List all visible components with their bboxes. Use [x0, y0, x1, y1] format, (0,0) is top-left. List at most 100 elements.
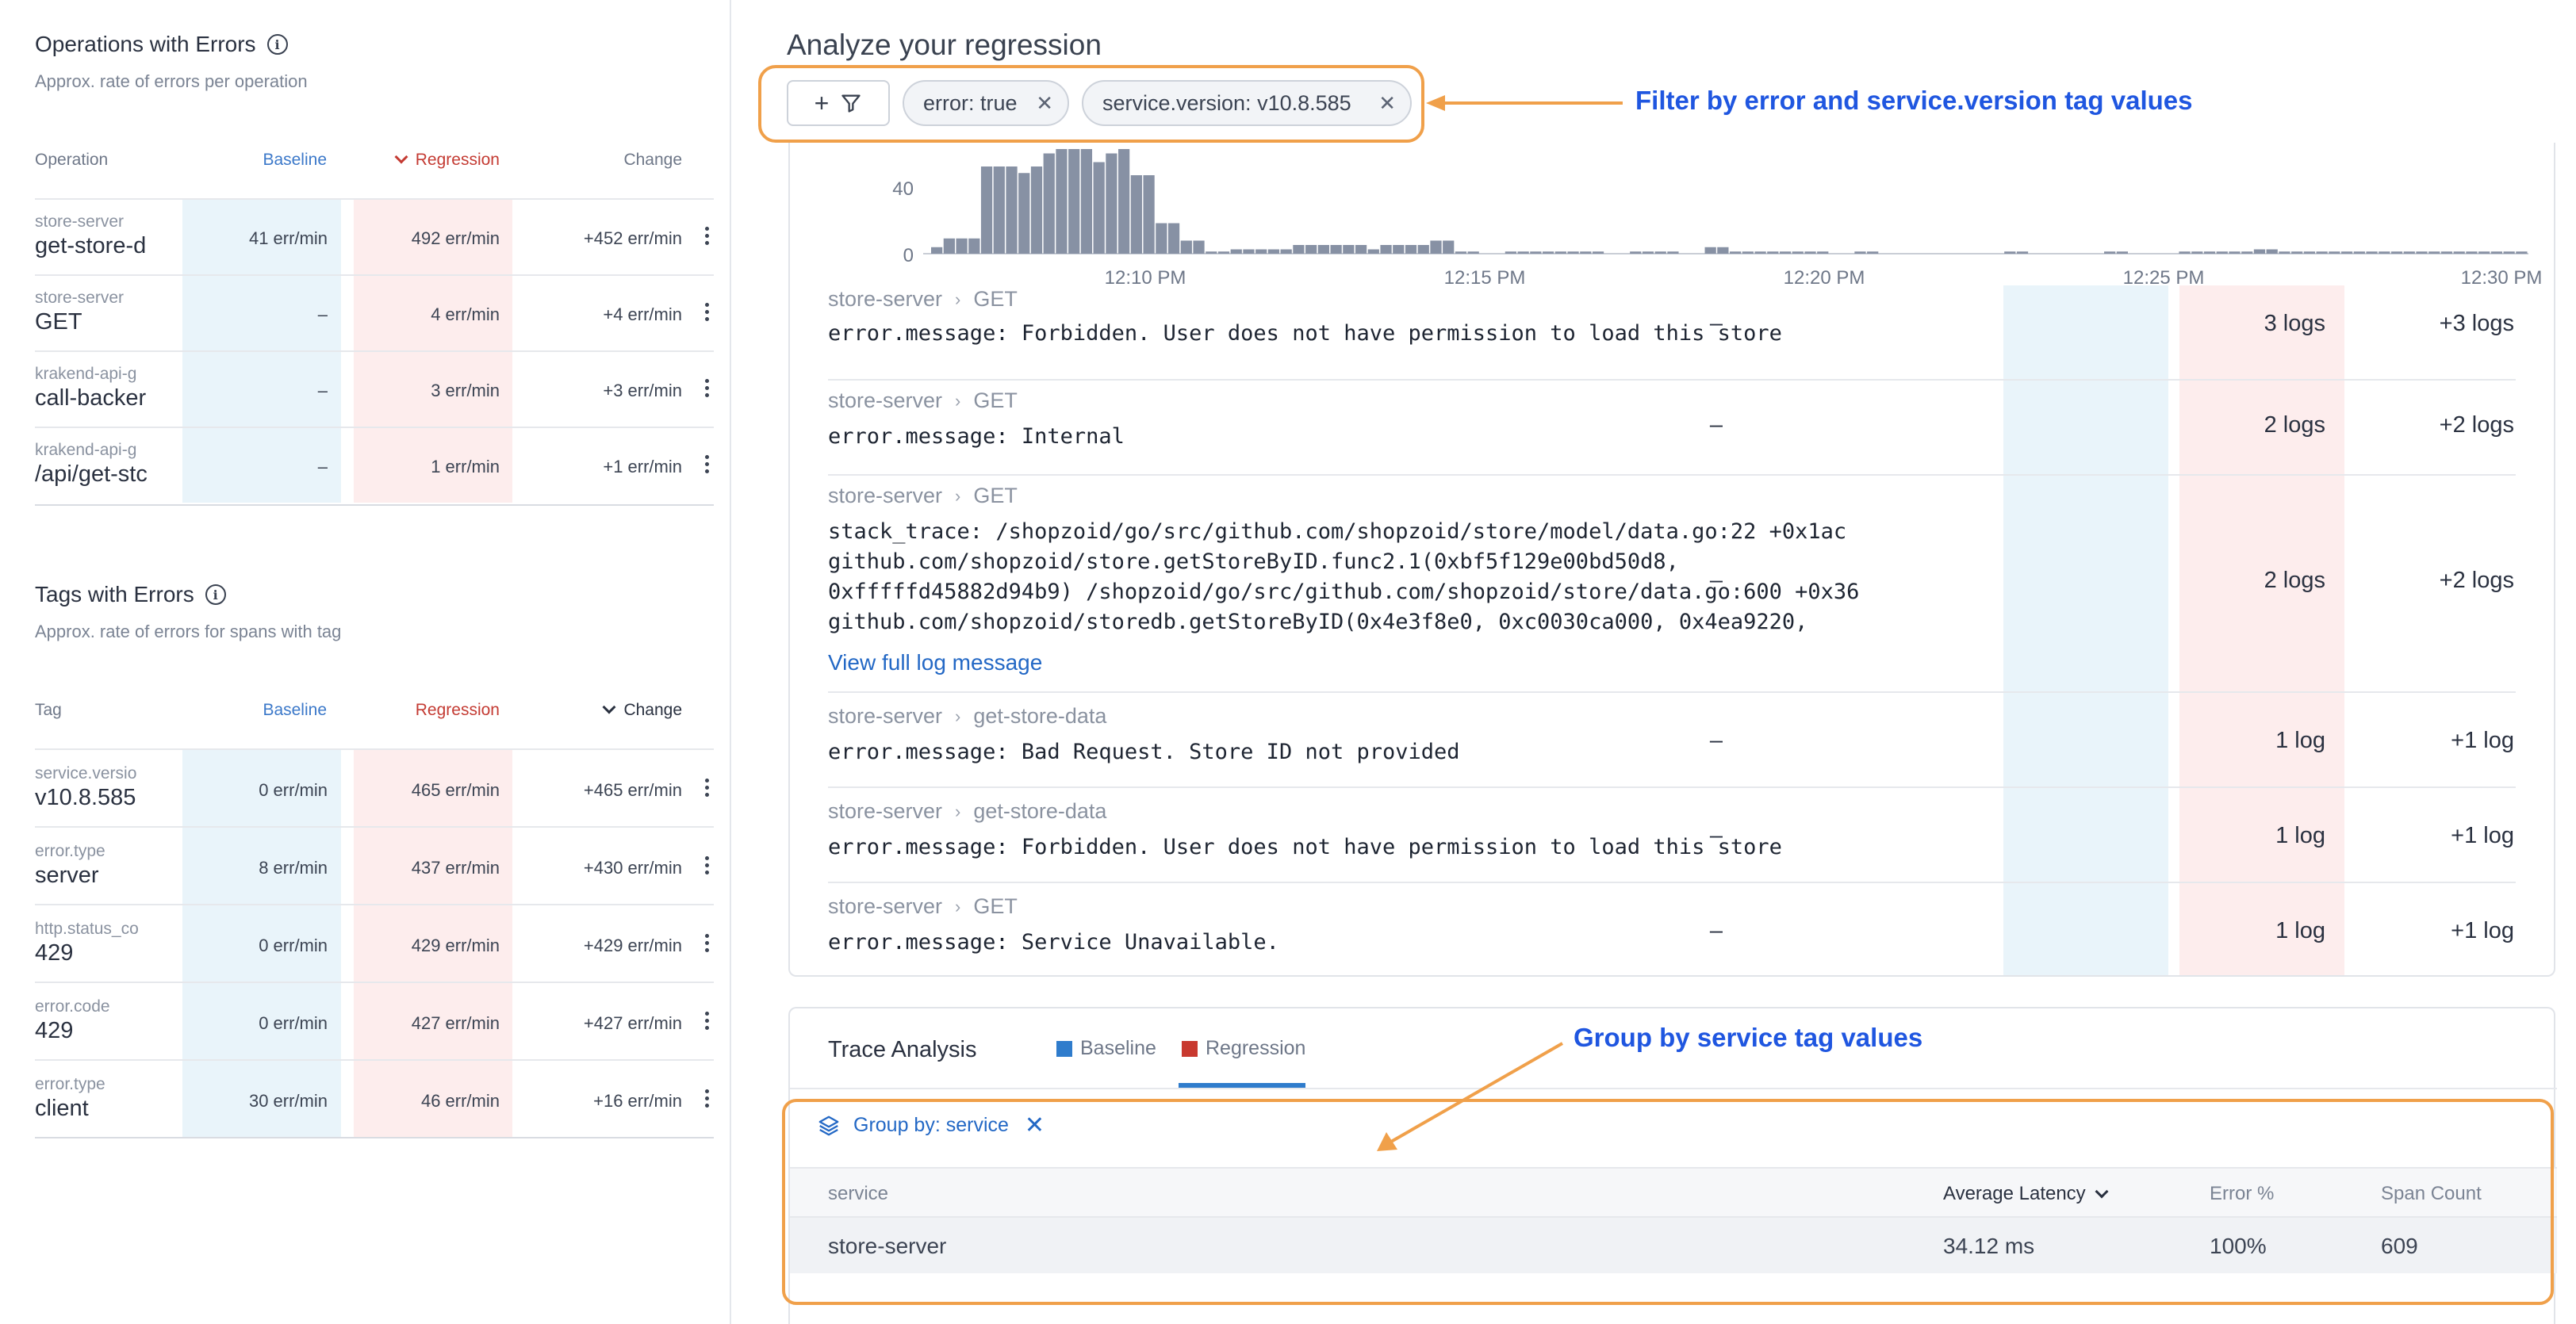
- histogram-bar: [2104, 251, 2116, 254]
- histogram-bar: [2453, 251, 2465, 254]
- histogram-bar: [1217, 251, 1230, 254]
- table-row[interactable]: error.type client 30 err/min 46 err/min …: [35, 1059, 714, 1137]
- histogram-bar: [1567, 251, 1579, 254]
- histogram-bar: [1006, 166, 1018, 254]
- col-baseline[interactable]: Baseline: [263, 151, 327, 170]
- histogram-bar: [1443, 240, 1455, 254]
- histogram-bar: [1267, 249, 1280, 254]
- histogram-bar: [1367, 249, 1379, 254]
- more-options-icon[interactable]: [704, 379, 709, 397]
- col-tag[interactable]: Tag: [35, 701, 62, 720]
- histogram-bar: [2390, 251, 2403, 254]
- log-row[interactable]: store-server › GET error.message: Service …: [828, 882, 2516, 975]
- tags-section-title: Tags with Errors i: [35, 582, 226, 607]
- histogram-bar: [2428, 251, 2440, 254]
- table-row[interactable]: store-server get-store-d 41 err/min 492 …: [35, 198, 714, 274]
- histogram-bar: [2303, 251, 2316, 254]
- table-row[interactable]: http.status_co 429 0 err/min 429 err/min…: [35, 904, 714, 982]
- histogram-bar: [931, 247, 943, 254]
- col-operation[interactable]: Operation: [35, 151, 108, 170]
- histogram-bar: [1817, 251, 1829, 254]
- error-histogram: 40 0 12:10 PM 12:15 PM 12:20 PM 12:25 PM…: [892, 149, 2543, 285]
- col-regression[interactable]: Regression: [416, 701, 500, 720]
- histogram-bar: [968, 238, 980, 254]
- info-icon[interactable]: i: [205, 584, 226, 605]
- histogram-bar: [1667, 251, 1679, 254]
- table-row[interactable]: error.code 429 0 err/min 427 err/min +42…: [35, 982, 714, 1059]
- histogram-bar: [1580, 251, 1592, 254]
- annotation-arrow: [1426, 95, 1623, 111]
- histogram-bar: [1530, 251, 1542, 254]
- histogram-bar: [2203, 251, 2216, 254]
- log-row[interactable]: store-server › get-store-data error.messag…: [828, 786, 2516, 882]
- legend-regression[interactable]: Regression: [1182, 1037, 1305, 1060]
- histogram-bar: [1230, 249, 1242, 254]
- histogram-bar: [1143, 175, 1155, 254]
- y-tick-label: 40: [892, 178, 914, 200]
- divider: [790, 1088, 2557, 1089]
- col-baseline[interactable]: Baseline: [263, 701, 327, 720]
- legend-baseline: Baseline: [1056, 1037, 1156, 1060]
- more-options-icon[interactable]: [704, 1012, 709, 1030]
- more-options-icon[interactable]: [704, 934, 709, 952]
- histogram-bar: [2016, 251, 2029, 254]
- table-row[interactable]: store-server GET – 4 err/min +4 err/min: [35, 274, 714, 350]
- histogram-bar: [2329, 251, 2340, 254]
- histogram-bar: [2503, 251, 2515, 254]
- histogram-bar: [1554, 251, 1566, 254]
- more-options-icon[interactable]: [704, 1089, 709, 1108]
- log-row[interactable]: store-server › GET error.message: Internal…: [828, 379, 2516, 474]
- chevron-right-icon: ›: [955, 706, 961, 726]
- histogram-bar: [2366, 251, 2378, 254]
- histogram-bar: [1106, 153, 1117, 254]
- histogram-bar: [2216, 251, 2228, 254]
- divider: [35, 504, 714, 506]
- table-row[interactable]: service.versio v10.8.585 0 err/min 465 e…: [35, 748, 714, 826]
- col-regression-sorted[interactable]: Regression: [394, 150, 500, 170]
- histogram-bar: [1330, 245, 1342, 254]
- histogram-bar: [2116, 251, 2128, 254]
- histogram-bar: [1467, 251, 1479, 254]
- view-full-log-link[interactable]: View full log message: [828, 650, 1042, 675]
- histogram-bar: [1243, 249, 1255, 254]
- histogram-bar: [1405, 245, 1417, 254]
- log-analysis-panel: 40 0 12:10 PM 12:15 PM 12:20 PM 12:25 PM…: [788, 143, 2555, 977]
- ops-section-title: Operations with Errors i: [35, 32, 288, 57]
- more-options-icon[interactable]: [704, 779, 709, 797]
- histogram-bar: [1156, 223, 1167, 254]
- histogram-bar: [1043, 153, 1055, 254]
- histogram-bar: [1317, 245, 1329, 254]
- chevron-right-icon: ›: [955, 485, 961, 506]
- info-icon[interactable]: i: [266, 34, 288, 55]
- histogram-bar: [2266, 249, 2278, 254]
- histogram-bar: [1804, 251, 1816, 254]
- histogram-bar: [1343, 245, 1355, 254]
- table-row[interactable]: krakend-api-g call-backer – 3 err/min +3…: [35, 350, 714, 427]
- histogram-bar: [1430, 240, 1442, 254]
- log-row[interactable]: store-server › get-store-data error.messag…: [828, 691, 2516, 786]
- histogram-bar: [1030, 166, 1043, 254]
- histogram-bar: [1630, 251, 1642, 254]
- col-change[interactable]: Change: [623, 151, 682, 170]
- filter-highlight-box: [758, 65, 1424, 143]
- log-row[interactable]: store-server › GET stack_trace: /shopzoid/…: [828, 474, 2516, 691]
- histogram-bar: [1193, 240, 1205, 254]
- histogram-bar: [2340, 251, 2353, 254]
- histogram-bar: [2279, 251, 2290, 254]
- table-row[interactable]: krakend-api-g /api/get-stc – 1 err/min +…: [35, 427, 714, 503]
- ops-table-header: Operation Baseline Regression Change: [35, 150, 714, 182]
- histogram-bar: [2241, 251, 2253, 254]
- x-tick-label: 12:20 PM: [1784, 267, 1865, 285]
- col-change-sorted[interactable]: Change: [602, 700, 682, 720]
- table-row[interactable]: error.type server 8 err/min 437 err/min …: [35, 826, 714, 904]
- x-tick-label: 12:30 PM: [2461, 267, 2543, 285]
- histogram-bar: [1118, 149, 1130, 254]
- histogram-bar: [2253, 249, 2266, 254]
- more-options-icon[interactable]: [704, 455, 709, 473]
- histogram-bar: [1130, 175, 1142, 254]
- more-options-icon[interactable]: [704, 856, 709, 874]
- histogram-bar: [1080, 149, 1093, 254]
- more-options-icon[interactable]: [704, 303, 709, 321]
- log-row[interactable]: store-server › GET error.message: Forbidde…: [828, 285, 2516, 379]
- more-options-icon[interactable]: [704, 227, 709, 245]
